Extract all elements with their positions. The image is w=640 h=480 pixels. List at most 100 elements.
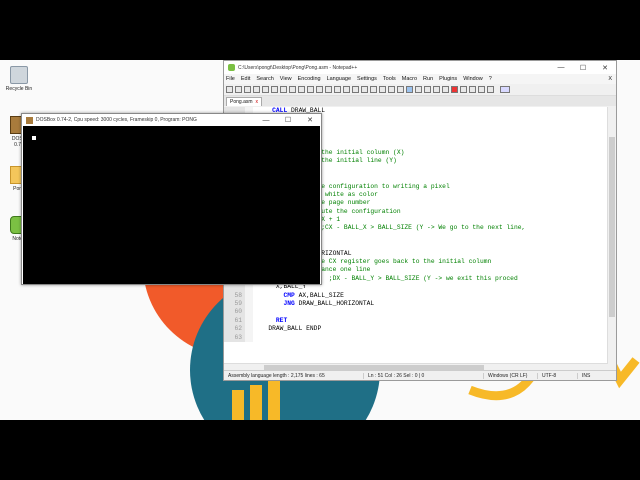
desktop-icon-recycle-bin[interactable]: Recycle Bin xyxy=(2,66,36,92)
pong-ball xyxy=(32,136,36,140)
status-eol: Windows (CR LF) xyxy=(484,372,538,379)
status-encoding: UTF-8 xyxy=(538,372,578,379)
indent-guide-icon[interactable] xyxy=(406,86,413,93)
line-number: 58 xyxy=(224,291,245,300)
menu-bar: File Edit Search View Encoding Language … xyxy=(224,74,616,84)
menu-tools[interactable]: Tools xyxy=(383,76,396,82)
code-text: RET xyxy=(253,317,287,325)
npp-titlebar[interactable]: C:\Users\pongt\Desktop\Pong\Pong.asm - N… xyxy=(224,61,616,74)
status-mode: INS xyxy=(582,372,591,379)
cut-icon[interactable] xyxy=(289,86,296,93)
function-list-icon[interactable] xyxy=(424,86,431,93)
run-macro-icon[interactable] xyxy=(478,86,485,93)
minimize-button[interactable]: — xyxy=(255,117,277,124)
fold-margin[interactable] xyxy=(245,299,253,309)
comment: ;DX - BALL_Y > BALL_SIZE (Y -> we exit t… xyxy=(328,274,518,282)
maximize-button[interactable]: ☐ xyxy=(277,116,299,124)
window-title: DOSBox 0.74-2, Cpu speed: 3000 cycles, F… xyxy=(36,117,197,123)
tab-bar: Pong.asm x xyxy=(224,96,616,106)
toolbar xyxy=(224,84,616,96)
close-file-icon[interactable] xyxy=(262,86,269,93)
dosbox-display[interactable] xyxy=(23,126,320,284)
monitoring-icon[interactable] xyxy=(442,86,449,93)
menu-encoding[interactable]: Encoding xyxy=(298,76,321,82)
fold-margin[interactable] xyxy=(245,333,253,342)
save-all-icon[interactable] xyxy=(253,86,260,93)
word-wrap-icon[interactable] xyxy=(388,86,395,93)
line-number: 63 xyxy=(224,333,245,342)
find-icon[interactable] xyxy=(334,86,341,93)
window-title: C:\Users\pongt\Desktop\Pong\Pong.asm - N… xyxy=(238,64,358,71)
screen: Recycle Bin DOSB 0.74 Pong Notep C:\User… xyxy=(0,60,640,420)
menu-help[interactable]: ? xyxy=(489,76,492,82)
paste-icon[interactable] xyxy=(307,86,314,93)
print-icon[interactable] xyxy=(280,86,287,93)
vertical-scrollbar[interactable] xyxy=(607,107,616,363)
replace-icon[interactable] xyxy=(343,86,350,93)
line-number: 62 xyxy=(224,325,245,334)
redo-icon[interactable] xyxy=(325,86,332,93)
code-line[interactable]: 60 xyxy=(224,308,608,317)
keyword: CMP xyxy=(283,291,295,299)
code-line[interactable]: 61 RET xyxy=(224,316,608,326)
tab-pong-asm[interactable]: Pong.asm x xyxy=(226,97,263,106)
scrollbar-thumb[interactable] xyxy=(609,137,615,317)
play-macro-icon[interactable] xyxy=(469,86,476,93)
fold-margin[interactable] xyxy=(245,308,253,317)
show-all-chars-icon[interactable] xyxy=(397,86,404,93)
zoom-out-icon[interactable] xyxy=(361,86,368,93)
menu-edit[interactable]: Edit xyxy=(241,76,250,82)
menu-run[interactable]: Run xyxy=(423,76,433,82)
code-line[interactable]: 58 CMP AX,BALL_SIZE xyxy=(224,291,608,300)
comment: ;CX - BALL_X > BALL_SIZE (Y -> We go to … xyxy=(321,224,526,232)
fold-margin[interactable] xyxy=(245,316,253,326)
stop-macro-icon[interactable] xyxy=(460,86,467,93)
menu-search[interactable]: Search xyxy=(256,76,273,82)
code-line[interactable]: 59 JNG DRAW_BALL_HORIZONTAL xyxy=(224,299,608,309)
open-file-icon[interactable] xyxy=(235,86,242,93)
menu-settings[interactable]: Settings xyxy=(357,76,377,82)
maximize-button[interactable]: ☐ xyxy=(572,64,594,72)
code-text: JNG DRAW_BALL_HORIZONTAL xyxy=(283,299,375,307)
close-button[interactable]: ✕ xyxy=(299,116,321,124)
fold-margin[interactable] xyxy=(245,291,253,300)
folder-workspace-icon[interactable] xyxy=(433,86,440,93)
code-text: CMP AX,BALL_SIZE xyxy=(283,291,344,299)
save-icon[interactable] xyxy=(244,86,251,93)
status-language: Assembly language length : 2,175 lines :… xyxy=(224,372,364,379)
undo-icon[interactable] xyxy=(316,86,323,93)
desktop-icon-label: Recycle Bin xyxy=(5,86,33,92)
zoom-in-icon[interactable] xyxy=(352,86,359,93)
dosbox-window[interactable]: DOSBox 0.74-2, Cpu speed: 3000 cycles, F… xyxy=(21,113,322,285)
dosbox-titlebar[interactable]: DOSBox 0.74-2, Cpu speed: 3000 cycles, F… xyxy=(22,114,321,126)
sync-horizontal-icon[interactable] xyxy=(379,86,386,93)
save-macro-icon[interactable] xyxy=(487,86,494,93)
line-number: 60 xyxy=(224,308,245,317)
doc-map-icon[interactable] xyxy=(415,86,422,93)
spell-check-icon[interactable] xyxy=(500,86,510,93)
close-all-icon[interactable] xyxy=(271,86,278,93)
menu-macro[interactable]: Macro xyxy=(402,76,417,82)
code-text: DRAW_BALL ENDP xyxy=(257,325,322,333)
code-line[interactable]: 63 xyxy=(224,333,608,342)
menu-plugins[interactable]: Plugins xyxy=(439,76,457,82)
record-macro-icon[interactable] xyxy=(451,86,458,93)
menu-close-doc[interactable]: X xyxy=(608,76,612,82)
sync-vertical-icon[interactable] xyxy=(370,86,377,93)
minimize-button[interactable]: — xyxy=(550,64,572,71)
tab-close-icon[interactable]: x xyxy=(256,99,259,105)
fold-margin[interactable] xyxy=(245,325,253,334)
wallpaper-yellow-bar-2 xyxy=(268,378,280,420)
menu-language[interactable]: Language xyxy=(327,76,351,82)
close-button[interactable]: ✕ xyxy=(594,64,616,72)
menu-view[interactable]: View xyxy=(280,76,292,82)
menu-file[interactable]: File xyxy=(226,76,235,82)
menu-window[interactable]: Window xyxy=(463,76,483,82)
notepadpp-app-icon xyxy=(228,64,235,71)
wallpaper-yellow-bar-3 xyxy=(232,390,244,420)
new-file-icon[interactable] xyxy=(226,86,233,93)
copy-icon[interactable] xyxy=(298,86,305,93)
code-line[interactable]: 62 DRAW_BALL ENDP xyxy=(224,325,608,334)
